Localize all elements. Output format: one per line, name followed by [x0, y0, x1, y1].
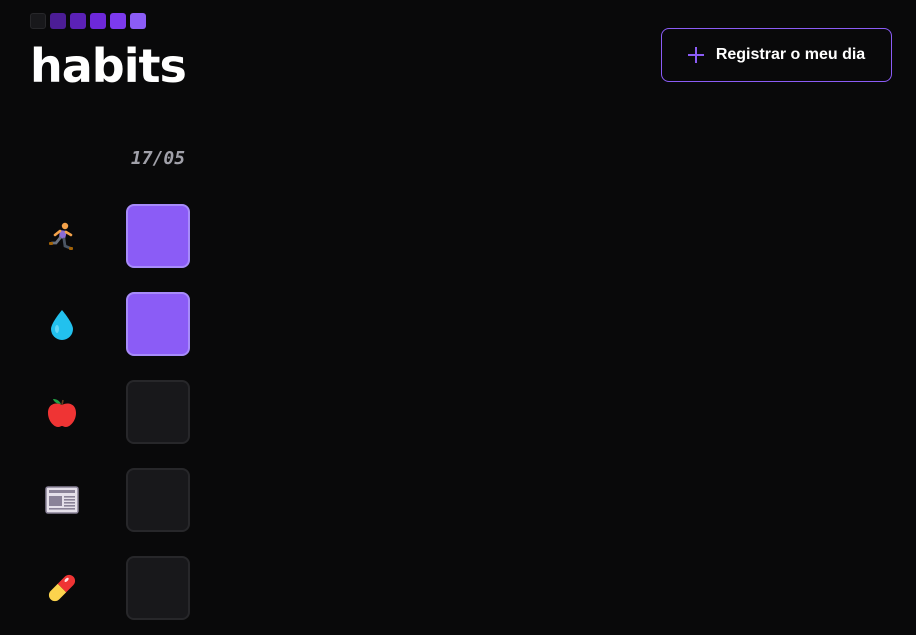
logo-text: habits — [30, 39, 187, 93]
habit-row — [30, 292, 190, 356]
logo-square — [70, 13, 86, 29]
logo-square — [90, 13, 106, 29]
app-root: habits Registrar o meu dia 17/05 — [0, 0, 916, 635]
habit-day-cell[interactable] — [126, 292, 190, 356]
logo-square — [30, 13, 46, 29]
habit-row — [30, 204, 190, 268]
logo-square — [110, 13, 126, 29]
newspaper-icon — [30, 468, 94, 532]
habit-row — [30, 380, 190, 444]
habit-day-cell[interactable] — [126, 556, 190, 620]
logo-squares — [30, 13, 146, 29]
register-day-button-label: Registrar o meu dia — [715, 46, 866, 63]
register-day-button[interactable]: Registrar o meu dia — [661, 28, 892, 82]
logo-square — [50, 13, 66, 29]
habit-day-cell[interactable] — [126, 204, 190, 268]
plus-icon — [687, 47, 704, 63]
water-drop-icon — [30, 292, 94, 356]
running-person-icon — [30, 204, 94, 268]
habit-row — [30, 556, 190, 620]
date-column-header: 17/05 — [130, 148, 186, 169]
habit-day-cell[interactable] — [126, 380, 190, 444]
logo-square — [130, 13, 146, 29]
habit-row — [30, 468, 190, 532]
pill-icon — [30, 556, 94, 620]
apple-icon — [30, 380, 94, 444]
habit-day-cell[interactable] — [126, 468, 190, 532]
